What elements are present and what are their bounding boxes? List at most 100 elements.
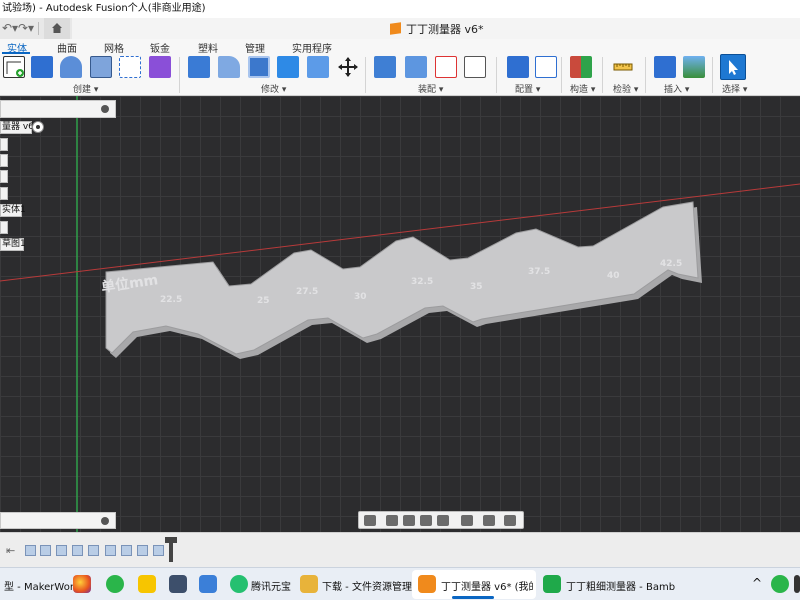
browser-tree-node[interactable] [0,221,8,234]
configuration-table-icon[interactable] [535,56,557,78]
panel-toggle-icon[interactable] [101,105,109,113]
taskbar: 型 - MakerWorld 腾讯元宝 下载 - 文件资源管理器 丁丁测量器 v… [0,567,800,600]
timeline-step[interactable] [105,545,116,556]
measure-icon[interactable] [612,56,634,78]
hole-icon[interactable] [90,56,112,78]
as-built-joint-icon[interactable] [435,56,457,78]
pattern-icon[interactable] [119,56,141,78]
timeline-step[interactable] [25,545,36,556]
yuanbao-icon[interactable] [230,575,248,593]
tab-manage[interactable]: 管理 [245,40,265,55]
tab-sheet-metal[interactable]: 钣金 [150,40,170,55]
browser-tree-node[interactable] [0,187,8,200]
model-label-42-5: 42.5 [660,259,682,269]
divider [496,57,497,93]
joint-icon[interactable] [405,56,427,78]
divider [365,57,366,93]
timeline-marker[interactable] [169,538,173,562]
timeline-step[interactable] [40,545,51,556]
active-radio-icon[interactable] [32,121,44,133]
move-icon[interactable] [337,56,359,78]
orbit-icon[interactable] [364,515,376,526]
timeline-step[interactable] [88,545,99,556]
wechat-icon[interactable] [106,575,124,593]
configure-icon[interactable] [507,56,529,78]
tab-mesh[interactable]: 网格 [104,40,124,55]
group-label-modify[interactable]: 修改 ▾ [261,82,286,95]
home-tab[interactable] [44,18,70,39]
group-label-insert[interactable]: 插入 ▾ [664,82,689,95]
model-label-37-5: 37.5 [528,267,550,277]
extrude-icon[interactable] [31,56,53,78]
group-label-assemble[interactable]: 装配 ▾ [418,82,443,95]
timeline-step[interactable] [153,545,164,556]
group-label-inspect[interactable]: 检验 ▾ [613,82,638,95]
insert-canvas-icon[interactable] [683,56,705,78]
display-settings-icon[interactable] [461,515,473,526]
group-label-configure[interactable]: 配置 ▾ [515,82,540,95]
taskbar-item-yuanbao[interactable]: 腾讯元宝 [251,578,291,593]
model-canvas: 单位mm 22.5 25 27.5 30 32.5 35 37.5 40 42.… [0,96,800,532]
file-explorer-icon[interactable] [300,575,318,593]
fusion-doc-icon [390,22,401,35]
model-label-32-5: 32.5 [411,277,433,287]
document-tab[interactable]: 丁丁测量器 v6* [72,18,800,39]
shell-icon[interactable] [248,56,270,78]
browser-panel-header[interactable] [0,100,116,118]
grid-settings-icon[interactable] [483,515,495,526]
browser-tree-node[interactable] [0,170,8,183]
taskbar-item-explorer[interactable]: 下载 - 文件资源管理器 [322,578,422,593]
taskbar-item-bambu[interactable]: 丁丁粗细测量器 - Bamb [566,578,675,593]
revolve-icon[interactable] [60,56,82,78]
canvas-viewport[interactable]: 单位mm 22.5 25 27.5 30 32.5 35 37.5 40 42.… [0,96,800,532]
select-tool-icon[interactable] [720,54,746,80]
firefox-icon[interactable] [73,575,91,593]
insert-derive-icon[interactable] [654,56,676,78]
viewports-icon[interactable] [504,515,516,526]
group-label-construct[interactable]: 构造 ▾ [570,82,595,95]
timeline-step[interactable] [56,545,67,556]
bill-of-materials-icon[interactable] [464,56,486,78]
pan-hand-icon[interactable] [403,515,415,526]
tray-wechat-icon[interactable] [771,575,789,593]
new-component-icon[interactable] [374,56,396,78]
bambu-studio-icon[interactable] [543,575,561,593]
undo-icon[interactable]: ↶▾ [2,21,18,35]
tray-app-icon[interactable] [794,575,800,593]
browser-tree-node[interactable] [0,154,8,167]
zoom-icon[interactable] [420,515,432,526]
fillet-icon[interactable] [218,56,240,78]
combine-icon[interactable] [277,56,299,78]
group-label-create[interactable]: 创建 ▾ [73,82,98,95]
calculator-icon[interactable] [169,575,187,593]
group-label-select[interactable]: 选择 ▾ [722,82,747,95]
divider [561,57,562,93]
browser-root-node[interactable]: 量器 v6 [0,121,34,134]
form-icon[interactable] [149,56,171,78]
tab-utilities[interactable]: 实用程序 [292,40,332,55]
taskbar-item-makerworld[interactable]: 型 - MakerWorld [4,578,83,593]
tab-surface[interactable]: 曲面 [57,40,77,55]
tray-chevron-icon[interactable]: ^ [752,576,762,590]
tab-plastic[interactable]: 塑料 [198,40,218,55]
timeline-step[interactable] [121,545,132,556]
look-at-icon[interactable] [386,515,398,526]
timeline-step[interactable] [72,545,83,556]
timeline-start-icon[interactable]: ⇤ [6,544,15,557]
redo-icon[interactable]: ↷▾ [18,21,34,35]
timeline-step[interactable] [137,545,148,556]
comments-panel-header[interactable] [0,512,116,529]
construct-plane-icon[interactable] [570,56,592,78]
press-pull-icon[interactable] [188,56,210,78]
browser-node-sketch1[interactable]: 草图1 [0,238,26,251]
browser-node-body1[interactable]: 实体1 [0,204,26,217]
browser-tree-node[interactable] [0,138,8,151]
zoom-window-icon[interactable] [437,515,449,526]
fusion-icon[interactable] [418,575,436,593]
notes-app-icon[interactable] [138,575,156,593]
taskbar-item-fusion[interactable]: 丁丁测量器 v6* (我的试验 [441,578,533,593]
document-app-icon[interactable] [199,575,217,593]
panel-toggle-icon[interactable] [101,517,109,525]
new-sketch-icon[interactable] [3,56,25,78]
offset-face-icon[interactable] [307,56,329,78]
